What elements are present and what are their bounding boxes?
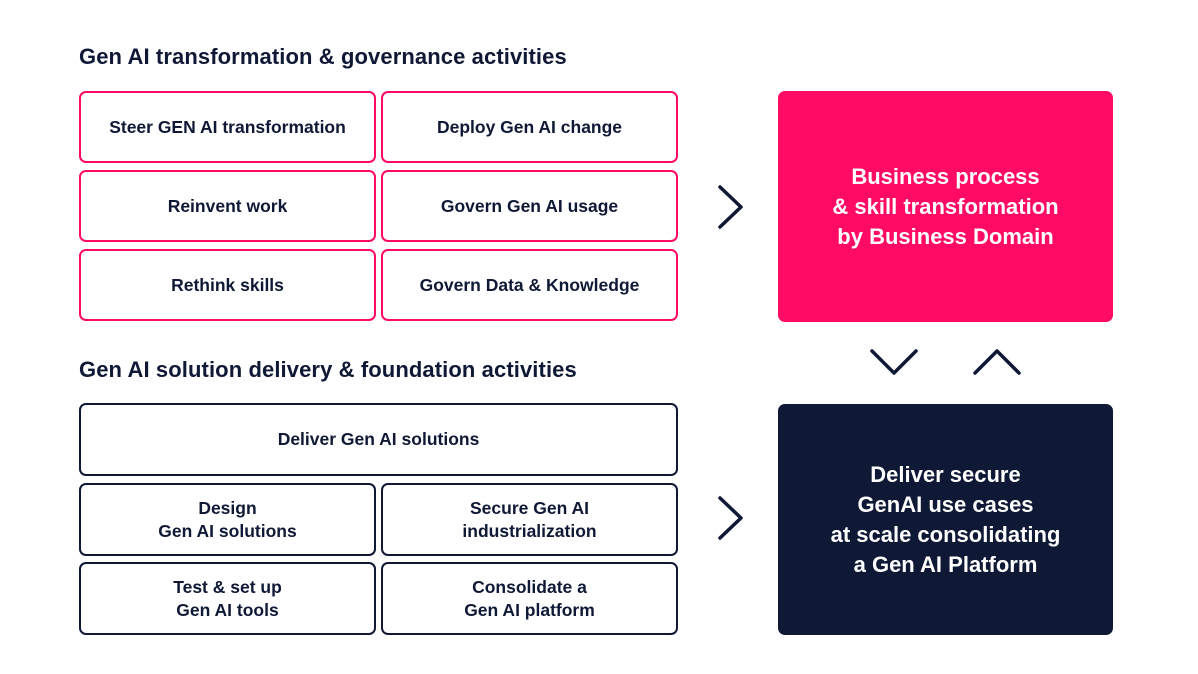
governance-heading: Gen AI transformation & governance activ… [79, 44, 567, 69]
chevron-down-icon [870, 349, 918, 375]
deliver-solutions-box: Deliver Gen AI solutions [79, 403, 678, 476]
delivery-activity-box: Test & set up Gen AI tools [79, 562, 376, 635]
delivery-activity-box: Design Gen AI solutions [79, 483, 376, 556]
business-transformation-outcome: Business process & skill transformation … [778, 91, 1113, 322]
governance-activity-box: Reinvent work [79, 170, 376, 242]
governance-activity-box: Deploy Gen AI change [381, 91, 678, 163]
chevron-right-icon [718, 185, 743, 229]
governance-activity-box: Steer GEN AI transformation [79, 91, 376, 163]
delivery-activity-box: Secure Gen AI industrialization [381, 483, 678, 556]
chevron-up-icon [973, 349, 1021, 375]
governance-activity-box: Govern Data & Knowledge [381, 249, 678, 321]
secure-usecases-outcome: Deliver secure GenAI use cases at scale … [778, 404, 1113, 635]
governance-activity-box: Rethink skills [79, 249, 376, 321]
delivery-activity-box: Consolidate a Gen AI platform [381, 562, 678, 635]
governance-activity-box: Govern Gen AI usage [381, 170, 678, 242]
delivery-heading: Gen AI solution delivery & foundation ac… [79, 357, 577, 382]
chevron-right-icon [718, 496, 743, 540]
